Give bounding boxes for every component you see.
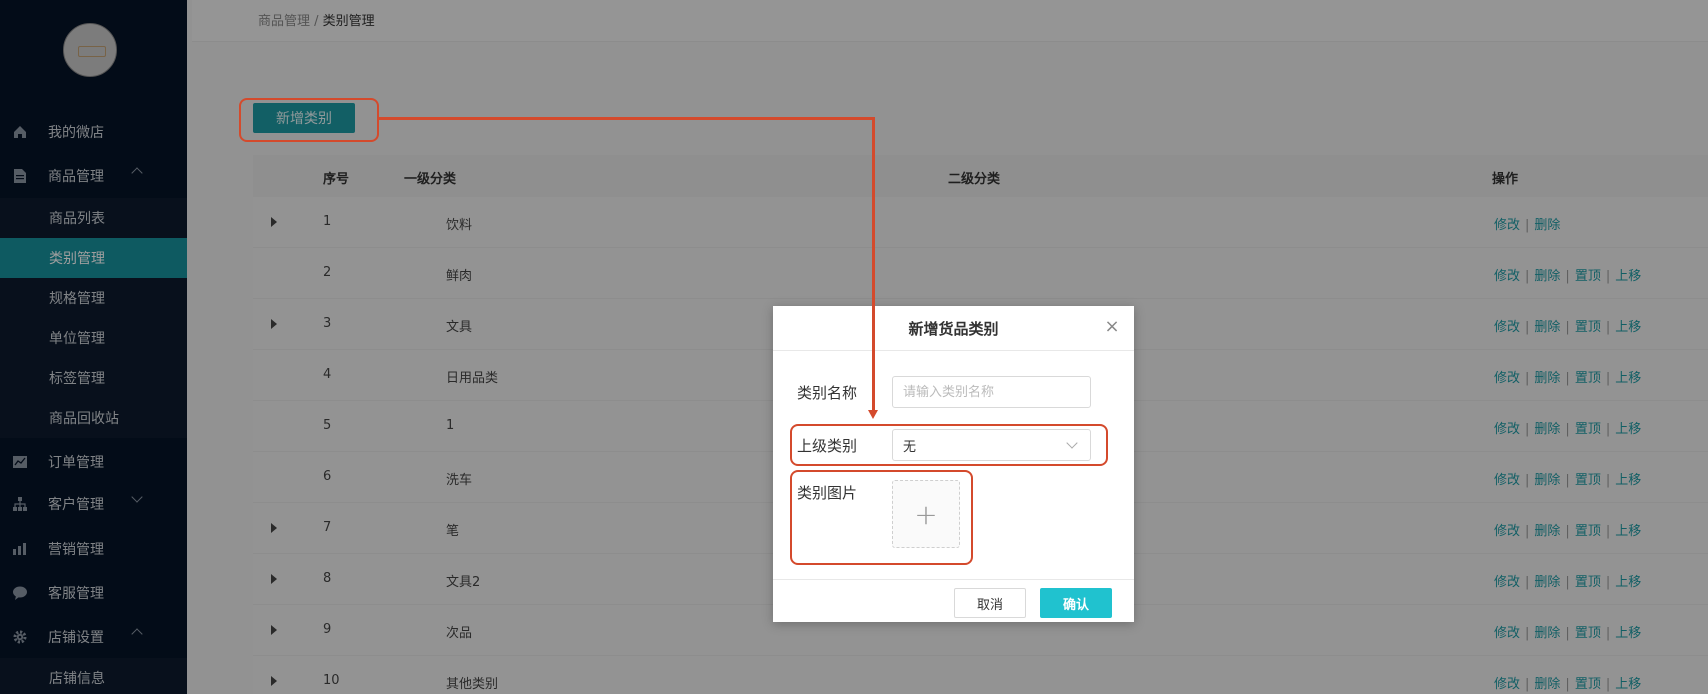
annotation-box-image-upload (790, 470, 973, 565)
cancel-button[interactable]: 取消 (954, 588, 1026, 618)
annotation-arrow-horizontal (379, 117, 875, 120)
annotation-arrow-vertical (872, 117, 875, 412)
dialog-footer: 取消 确认 (773, 579, 1134, 622)
dialog-header: 新增货品类别 × (773, 306, 1134, 351)
category-name-label: 类别名称 (797, 384, 858, 402)
annotation-arrow-head (868, 410, 878, 419)
close-icon[interactable]: × (1104, 318, 1120, 336)
annotation-box-add-button (239, 98, 379, 142)
confirm-button[interactable]: 确认 (1040, 588, 1112, 618)
category-name-input[interactable] (892, 376, 1091, 408)
annotation-box-parent-category (790, 424, 1108, 466)
dialog-title: 新增货品类别 (908, 320, 999, 338)
